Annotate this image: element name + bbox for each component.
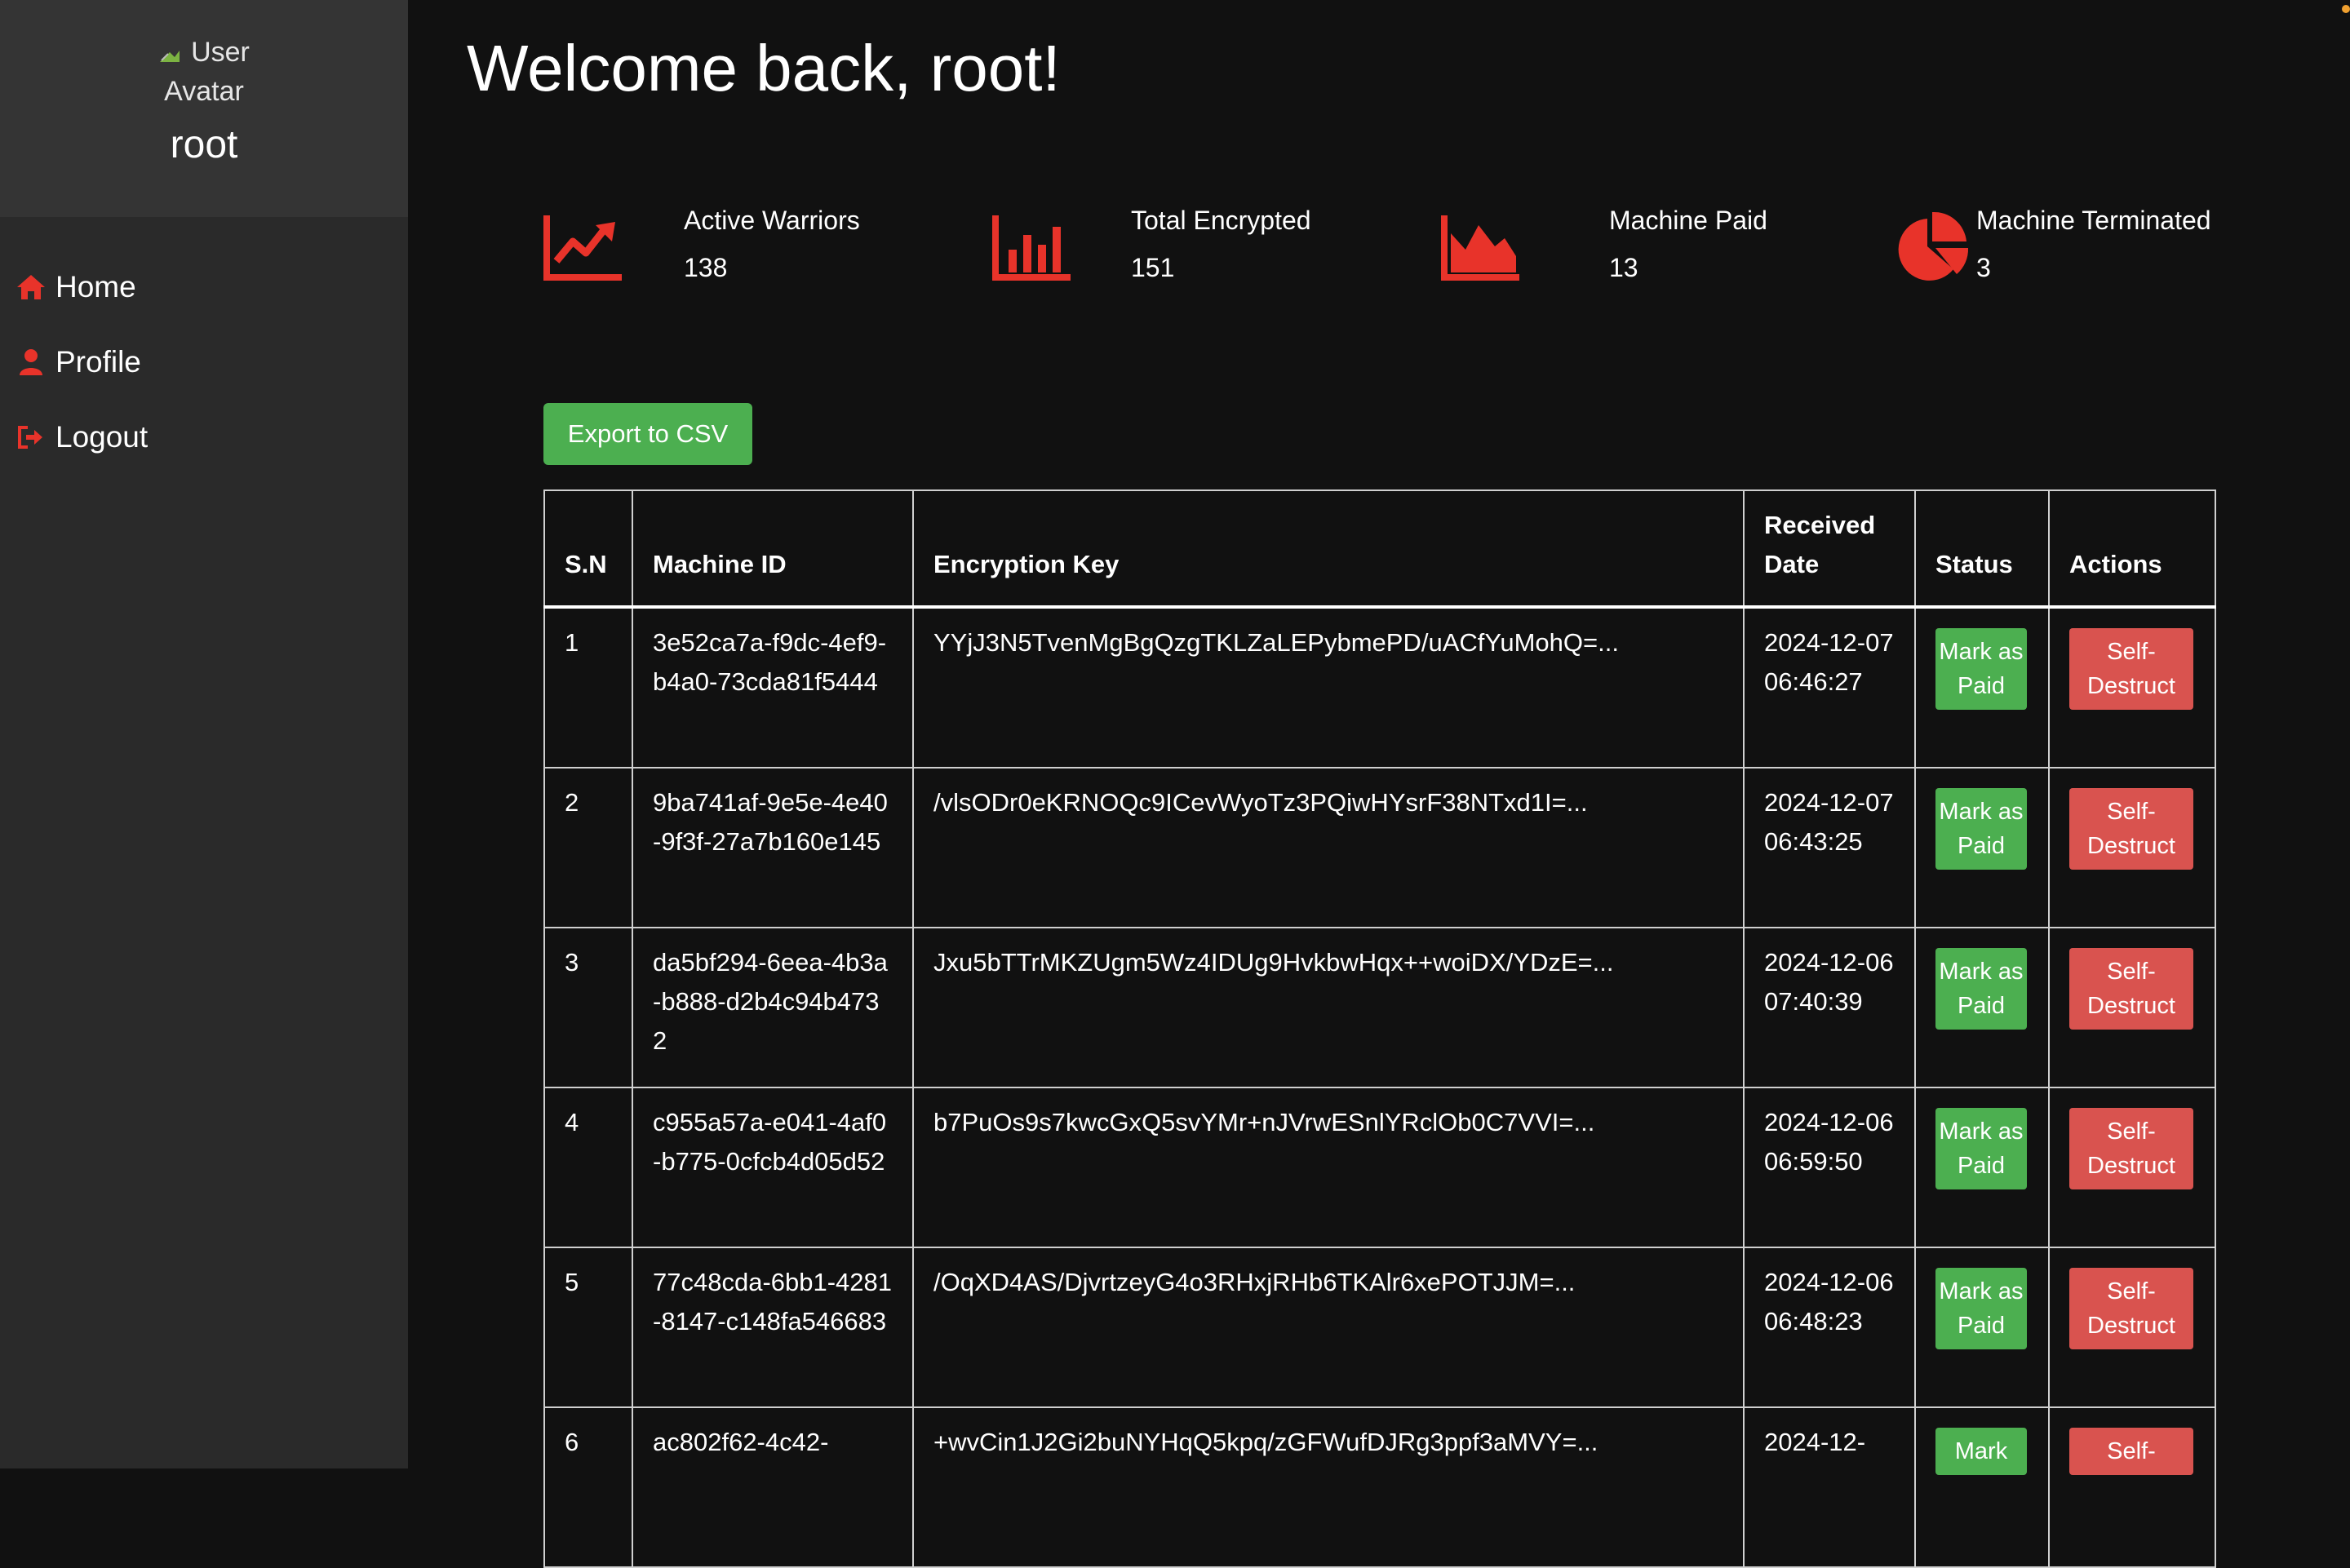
table-row: 2 9ba741af-9e5e-4e40-9f3f-27a7b160e145/vl… <box>543 767 2216 928</box>
nav-home-label: Home <box>55 270 136 303</box>
cell-status: Mark as Paid <box>1914 1247 2050 1408</box>
stat-value: 138 <box>684 253 728 282</box>
mark-as-paid-button[interactable]: Mark as Paid <box>1935 948 2027 1030</box>
cell-status: Mark as Paid <box>1914 1087 2050 1248</box>
cell-encryption-key: YYjJ3N5TvenMgBgQzgTKLZaLEPybmePD/uACfYuM… <box>912 606 1745 768</box>
cell-actions: Self-Destruct <box>2048 606 2216 768</box>
cell-actions: Self-Destruct <box>2048 927 2216 1088</box>
cell-sn: 1 <box>543 606 633 768</box>
cell-encryption-key: /OqXD4AS/DjvrtzeyG4o3RHxjRHb6TKAlr6xePOT… <box>912 1247 1745 1408</box>
cell-received-date: 2024-12-06 07:40:39 <box>1743 927 1916 1088</box>
cell-status: Mark <box>1914 1406 2050 1568</box>
table-body: 1 3e52ca7a-f9dc-4ef9-b4a0-73cda81f5444 YYj… <box>543 606 2216 1568</box>
self-destruct-button[interactable]: Self-Destruct <box>2069 948 2193 1030</box>
cell-actions: Self-Destruct <box>2048 1087 2216 1248</box>
cell-machine-id: ac802f62-4c42- <box>632 1406 914 1568</box>
stat-value: 3 <box>1976 253 1991 282</box>
self-destruct-button[interactable]: Self- <box>2069 1428 2193 1475</box>
cell-received-date: 2024-12- <box>1743 1406 1916 1568</box>
stat-value: 151 <box>1131 253 1175 282</box>
stat-label: Active Warriors <box>684 206 860 235</box>
mark-as-paid-button[interactable]: Mark as Paid <box>1935 1268 2027 1349</box>
broken-image-icon <box>160 51 180 63</box>
self-destruct-button[interactable]: Self-Destruct <box>2069 1108 2193 1189</box>
nav-profile[interactable]: Profile <box>15 338 141 387</box>
nav-logout[interactable]: Logout <box>15 413 148 462</box>
column-header-status: Status <box>1914 489 2050 608</box>
cell-status: Mark as Paid <box>1914 927 2050 1088</box>
cell-machine-id: 77c48cda-6bb1-4281-8147-c148fa546683 <box>632 1247 914 1408</box>
username: root <box>170 123 238 166</box>
table-row: 1 3e52ca7a-f9dc-4ef9-b4a0-73cda81f5444 YYj… <box>543 606 2216 768</box>
cell-received-date: 2024-12-07 06:46:27 <box>1743 606 1916 768</box>
column-header-received-date: Received Date <box>1743 489 1916 608</box>
export-csv-button[interactable]: Export to CSV <box>543 403 752 465</box>
sign-out-icon <box>18 426 42 449</box>
cell-received-date: 2024-12-06 06:48:23 <box>1743 1247 1916 1408</box>
cell-sn: 5 <box>543 1247 633 1408</box>
stat-label: Total Encrypted <box>1131 206 1311 235</box>
cell-actions: Self-Destruct <box>2048 767 2216 928</box>
self-destruct-button[interactable]: Self-Destruct <box>2069 1268 2193 1349</box>
nav-profile-label: Profile <box>55 345 141 379</box>
cell-encryption-key: /vlsODr0eKRNOQc9ICevWyoTz3PQiwHYsrF38NTx… <box>912 767 1745 928</box>
avatar: User Avatar <box>122 33 286 111</box>
page-title: Welcome back, root! <box>467 32 1061 104</box>
stat-value: 13 <box>1609 253 1638 282</box>
mark-as-paid-button[interactable]: Mark as Paid <box>1935 1108 2027 1189</box>
column-header-sn: S.N <box>543 489 633 608</box>
cell-received-date: 2024-12-06 06:59:50 <box>1743 1087 1916 1248</box>
main-content: Welcome back, root! Active Warriors 138 … <box>408 0 2350 1568</box>
nav-home[interactable]: Home <box>15 263 136 312</box>
mark-as-paid-button[interactable]: Mark as Paid <box>1935 788 2027 870</box>
column-header-encryption-key: Encryption Key <box>912 489 1745 608</box>
bar-chart-icon <box>992 215 1071 281</box>
notification-dot <box>2342 5 2350 13</box>
cell-sn: 2 <box>543 767 633 928</box>
table-row: 4 c955a57a-e041-4af0-b775-0cfcb4d05d52 b7P… <box>543 1087 2216 1248</box>
cell-encryption-key: +wvCin1J2Gi2buNYHqQ5kpq/zGFWufDJRg3ppf3a… <box>912 1406 1745 1568</box>
stat-label: Machine Paid <box>1609 206 1767 235</box>
user-icon <box>20 349 42 375</box>
self-destruct-button[interactable]: Self-Destruct <box>2069 788 2193 870</box>
area-chart-icon <box>1441 215 1519 281</box>
cell-sn: 6 <box>543 1406 633 1568</box>
table-header-row: S.N Machine ID Encryption Key Received D… <box>543 489 2216 608</box>
stat-label: Machine Terminated <box>1976 206 2211 235</box>
cell-machine-id: da5bf294-6eea-4b3a-b888-d2b4c94b4732 <box>632 927 914 1088</box>
mark-as-paid-button[interactable]: Mark <box>1935 1428 2027 1475</box>
self-destruct-button[interactable]: Self-Destruct <box>2069 628 2193 710</box>
mark-as-paid-button[interactable]: Mark as Paid <box>1935 628 2027 710</box>
line-chart-icon <box>543 215 622 281</box>
machines-table: S.N Machine ID Encryption Key Received D… <box>543 489 2216 1568</box>
table-row: 3 da5bf294-6eea-4b3a-b888-d2b4c94b4732 Jxu… <box>543 927 2216 1088</box>
table-row: 6 ac802f62-4c42- +wvCin1J2Gi2buNYHqQ5kpq/z… <box>543 1406 2216 1568</box>
pie-chart-icon <box>1898 211 1969 281</box>
table-row: 5 77c48cda-6bb1-4281-8147-c148fa546683/Oq… <box>543 1247 2216 1408</box>
cell-machine-id: 9ba741af-9e5e-4e40-9f3f-27a7b160e145 <box>632 767 914 928</box>
cell-encryption-key: Jxu5bTTrMKZUgm5Wz4IDUg9HvkbwHqx++woiDX/Y… <box>912 927 1745 1088</box>
column-header-machine-id: Machine ID <box>632 489 914 608</box>
profile-box: User Avatar root <box>0 0 408 217</box>
home-icon <box>17 275 45 299</box>
cell-sn: 4 <box>543 1087 633 1248</box>
cell-actions: Self- <box>2048 1406 2216 1568</box>
cell-sn: 3 <box>543 927 633 1088</box>
column-header-actions: Actions <box>2048 489 2216 608</box>
cell-received-date: 2024-12-07 06:43:25 <box>1743 767 1916 928</box>
cell-status: Mark as Paid <box>1914 767 2050 928</box>
cell-machine-id: c955a57a-e041-4af0-b775-0cfcb4d05d52 <box>632 1087 914 1248</box>
cell-machine-id: 3e52ca7a-f9dc-4ef9-b4a0-73cda81f5444 <box>632 606 914 768</box>
sidebar: User Avatar root Home Profile Logout <box>0 0 408 1468</box>
cell-actions: Self-Destruct <box>2048 1247 2216 1408</box>
cell-status: Mark as Paid <box>1914 606 2050 768</box>
cell-encryption-key: b7PuOs9s7kwcGxQ5svYMr+nJVrwESnlYRclOb0C7… <box>912 1087 1745 1248</box>
nav-logout-label: Logout <box>55 420 149 454</box>
